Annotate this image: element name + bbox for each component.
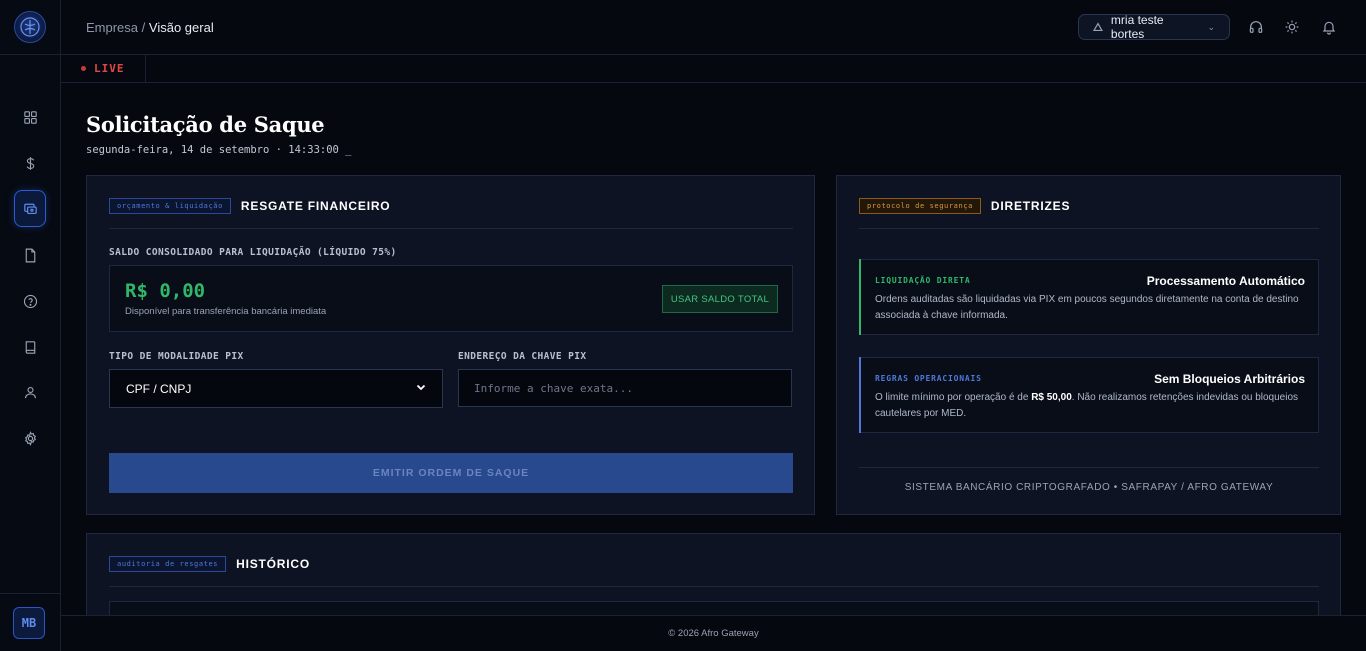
breadcrumb-current: Visão geral xyxy=(148,20,214,35)
sidebar-item-profile[interactable] xyxy=(14,376,46,408)
pix-key-label: ENDEREÇO DA CHAVE PIX xyxy=(458,351,587,362)
book-icon xyxy=(25,340,35,354)
withdraw-divider xyxy=(109,228,793,229)
use-total-balance-button[interactable]: USAR SALDO TOTAL xyxy=(662,285,778,313)
withdraw-tag: orçamento & liquidação xyxy=(109,198,231,214)
live-label: LIVE xyxy=(94,62,125,75)
sidebar-item-docs[interactable] xyxy=(14,331,46,363)
chevron-down-icon: ⌄ xyxy=(1207,21,1215,32)
sidebar-item-documents[interactable] xyxy=(14,239,46,271)
history-title: HISTÓRICO xyxy=(236,557,310,571)
sidebar-item-help[interactable] xyxy=(14,285,46,317)
sidebar-item-dashboard[interactable] xyxy=(14,101,46,133)
rule-text-before: O limite mínimo por operação é de xyxy=(875,392,1032,403)
guidelines-divider xyxy=(859,228,1319,229)
settings-gear-icon xyxy=(24,430,36,446)
rule-accent-bar xyxy=(859,259,861,335)
pix-key-input[interactable] xyxy=(458,369,792,407)
bell-icon xyxy=(1322,21,1336,35)
status-bar: LIVE xyxy=(61,55,1366,83)
pix-type-select[interactable]: CPF / CNPJ xyxy=(109,369,443,408)
theme-toggle-button[interactable] xyxy=(1283,18,1301,36)
pix-type-value: CPF / CNPJ xyxy=(126,381,192,396)
live-dot-icon xyxy=(81,66,86,71)
dashboard-grid-icon xyxy=(23,110,37,124)
sidebar-item-settings[interactable] xyxy=(14,422,46,454)
guidelines-title: DIRETRIZES xyxy=(990,199,1071,213)
history-card: auditoria de resgates HISTÓRICO xyxy=(86,533,1341,631)
copyright-text: © 2026 Afro Gateway xyxy=(668,628,759,639)
withdraw-title: RESGATE FINANCEIRO xyxy=(240,199,391,213)
sidebar-item-finance[interactable] xyxy=(14,147,46,179)
guidelines-tag: protocolo de segurança xyxy=(859,198,981,214)
sun-icon xyxy=(1285,20,1299,34)
user-name: mria teste bortes xyxy=(1110,13,1164,41)
breadcrumb-parent[interactable]: Empresa xyxy=(86,20,138,35)
chevron-down-icon xyxy=(416,382,426,395)
rule-card-operational: REGRAS OPERACIONAIS Sem Bloqueios Arbitr… xyxy=(859,357,1319,433)
headphones-icon xyxy=(1249,21,1263,33)
dollar-icon xyxy=(26,156,34,170)
balance-note: Disponível para transferência bancária i… xyxy=(125,306,327,317)
brand-logo[interactable] xyxy=(14,11,46,43)
logo-container xyxy=(0,0,60,55)
history-tag: auditoria de resgates xyxy=(109,556,227,572)
rule-text-minimum: R$ 50,00 xyxy=(1031,392,1072,403)
rule-tag: LIQUIDAÇÃO DIRETA xyxy=(875,276,971,285)
breadcrumb-separator: / xyxy=(141,20,146,35)
page-title: Solicitação de Saque xyxy=(86,112,325,137)
withdraw-card: orçamento & liquidação RESGATE FINANCEIR… xyxy=(86,175,815,515)
pix-type-label: TIPO DE MODALIDADE PIX xyxy=(109,351,244,362)
history-card-header: auditoria de resgates HISTÓRICO xyxy=(109,556,310,572)
live-indicator: LIVE xyxy=(61,55,146,82)
rule-text: O limite mínimo por operação é de R$ 50,… xyxy=(875,390,1311,422)
avatar[interactable]: MB xyxy=(13,607,45,639)
history-divider xyxy=(109,586,1319,587)
guidelines-card: protocolo de segurança DIRETRIZES LIQUID… xyxy=(836,175,1341,515)
user-icon xyxy=(24,386,36,398)
breadcrumb: Empresa / Visão geral xyxy=(86,20,214,35)
rule-title: Sem Bloqueios Arbitrários xyxy=(1154,372,1305,386)
withdraw-icon xyxy=(23,203,37,215)
page-footer: © 2026 Afro Gateway xyxy=(61,615,1366,651)
notifications-button[interactable] xyxy=(1320,18,1338,36)
rule-tag: REGRAS OPERACIONAIS xyxy=(875,374,982,383)
sidebar-item-withdraw[interactable] xyxy=(14,190,46,227)
support-button[interactable] xyxy=(1247,18,1265,36)
sidebar: MB xyxy=(0,0,61,651)
guidelines-footer-divider xyxy=(859,467,1319,468)
system-footer-text: SISTEMA BANCÁRIO CRIPTOGRAFADO • SAFRAPA… xyxy=(904,482,1274,493)
top-header: Empresa / Visão geral mria teste bortes … xyxy=(61,0,1366,55)
balance-label: SALDO CONSOLIDADO PARA LIQUIDAÇÃO (LÍQUI… xyxy=(109,247,397,258)
page-datetime: segunda-feira, 14 de setembro · 14:33:00… xyxy=(86,144,352,156)
user-triangle-icon xyxy=(1093,22,1103,32)
rule-text: Ordens auditadas são liquidadas via PIX … xyxy=(875,294,1299,321)
user-menu-button[interactable]: mria teste bortes ⌄ xyxy=(1078,13,1230,41)
help-circle-icon xyxy=(23,294,37,308)
rule-card-direct: LIQUIDAÇÃO DIRETA Processamento Automáti… xyxy=(859,259,1319,335)
rule-title: Processamento Automático xyxy=(1146,274,1305,288)
submit-withdraw-button[interactable]: EMITIR ORDEM DE SAQUE xyxy=(109,453,793,493)
document-icon xyxy=(25,248,35,262)
withdraw-card-header: orçamento & liquidação RESGATE FINANCEIR… xyxy=(109,198,390,214)
guidelines-card-header: protocolo de segurança DIRETRIZES xyxy=(859,198,1070,214)
balance-box: R$ 0,00 Disponível para transferência ba… xyxy=(109,265,793,332)
sidebar-divider xyxy=(0,593,60,594)
rule-accent-bar xyxy=(859,357,861,433)
balance-value: R$ 0,00 xyxy=(125,280,206,302)
